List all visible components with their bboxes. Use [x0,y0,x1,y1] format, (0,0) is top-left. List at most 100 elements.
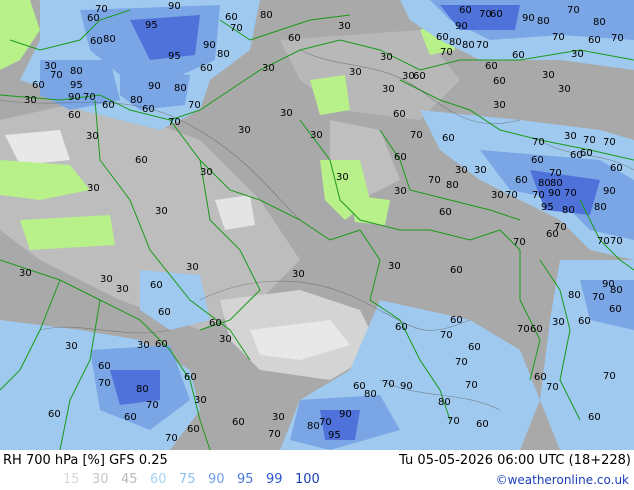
svg-text:60: 60 [578,316,591,327]
svg-text:70: 70 [611,33,624,44]
credit-link[interactable]: ©weatheronline.co.uk [496,473,629,487]
svg-text:90: 90 [522,13,535,24]
svg-text:70: 70 [513,237,526,248]
svg-text:80: 80 [538,178,551,189]
svg-text:60: 60 [534,372,547,383]
svg-text:60: 60 [450,265,463,276]
svg-text:30: 30 [455,165,468,176]
svg-text:90: 90 [400,381,413,392]
svg-text:60: 60 [150,280,163,291]
svg-text:60: 60 [459,5,472,16]
svg-text:90: 90 [168,1,181,12]
svg-text:70: 70 [268,429,281,440]
svg-text:30: 30 [200,167,213,178]
svg-text:70: 70 [549,168,562,179]
svg-text:70: 70 [165,433,178,444]
svg-text:70: 70 [532,190,545,201]
svg-text:60: 60 [588,35,601,46]
svg-text:80: 80 [610,285,623,296]
svg-text:30: 30 [564,131,577,142]
svg-text:80: 80 [438,397,451,408]
legend-item-95: 95 [237,472,254,487]
svg-text:60: 60 [155,339,168,350]
svg-text:30: 30 [65,341,78,352]
map-footer: RH 700 hPa [%] GFS 0.25 Tu 05-05-2026 06… [0,450,634,490]
svg-text:30: 30 [87,183,100,194]
svg-text:30: 30 [474,165,487,176]
forecast-time: Tu 05-05-2026 06:00 UTC (18+228) [399,453,631,468]
svg-text:30: 30 [571,49,584,60]
svg-text:30: 30 [19,268,32,279]
legend-item-100: 100 [295,472,320,487]
svg-text:60: 60 [68,110,81,121]
svg-text:80: 80 [449,37,462,48]
svg-text:60: 60 [142,104,155,115]
svg-text:30: 30 [238,125,251,136]
svg-text:70: 70 [567,5,580,16]
svg-text:80: 80 [103,34,116,45]
svg-text:60: 60 [468,342,481,353]
map-title: RH 700 hPa [%] GFS 0.25 [3,453,168,468]
svg-text:70: 70 [546,382,559,393]
svg-text:80: 80 [593,17,606,28]
svg-text:90: 90 [455,21,468,32]
svg-text:30: 30 [86,131,99,142]
svg-text:95: 95 [145,20,158,31]
svg-text:30: 30 [336,172,349,183]
svg-text:60: 60 [87,13,100,24]
svg-text:60: 60 [485,61,498,72]
legend-item-45: 45 [121,472,138,487]
svg-text:30: 30 [292,269,305,280]
svg-text:70: 70 [455,357,468,368]
legend-item-90: 90 [208,472,225,487]
svg-text:80: 80 [174,83,187,94]
svg-text:30: 30 [394,186,407,197]
svg-text:70: 70 [597,236,610,247]
svg-text:80: 80 [70,66,83,77]
svg-text:95: 95 [70,80,83,91]
svg-text:60: 60 [394,152,407,163]
svg-text:70: 70 [554,222,567,233]
svg-text:70: 70 [603,371,616,382]
svg-text:95: 95 [541,202,554,213]
svg-text:60: 60 [512,50,525,61]
svg-text:30: 30 [116,284,129,295]
svg-text:70: 70 [410,130,423,141]
svg-text:70: 70 [382,379,395,390]
svg-text:60: 60 [225,12,238,23]
svg-text:30: 30 [100,274,113,285]
svg-text:60: 60 [530,324,543,335]
svg-text:70: 70 [230,23,243,34]
svg-text:60: 60 [288,33,301,44]
svg-text:30: 30 [194,395,207,406]
svg-text:60: 60 [442,133,455,144]
svg-text:80: 80 [364,389,377,400]
svg-text:70: 70 [319,417,332,428]
svg-text:70: 70 [440,330,453,341]
svg-text:80: 80 [550,178,563,189]
svg-text:70: 70 [83,92,96,103]
green-zone [20,215,115,250]
svg-text:60: 60 [436,32,449,43]
svg-text:30: 30 [155,206,168,217]
svg-text:80: 80 [568,290,581,301]
svg-text:90: 90 [203,40,216,51]
svg-text:90: 90 [548,188,561,199]
svg-text:60: 60 [490,9,503,20]
svg-text:60: 60 [439,207,452,218]
svg-text:70: 70 [440,47,453,58]
svg-text:60: 60 [531,155,544,166]
svg-text:60: 60 [102,100,115,111]
svg-text:30: 30 [262,63,275,74]
svg-text:60: 60 [209,318,222,329]
svg-text:70: 70 [592,292,605,303]
svg-text:60: 60 [98,361,111,372]
svg-text:60: 60 [580,148,593,159]
svg-text:60: 60 [187,424,200,435]
svg-text:30: 30 [186,262,199,273]
svg-text:60: 60 [232,417,245,428]
svg-text:70: 70 [465,380,478,391]
svg-text:60: 60 [200,63,213,74]
svg-text:90: 90 [603,186,616,197]
svg-text:80: 80 [217,49,230,60]
